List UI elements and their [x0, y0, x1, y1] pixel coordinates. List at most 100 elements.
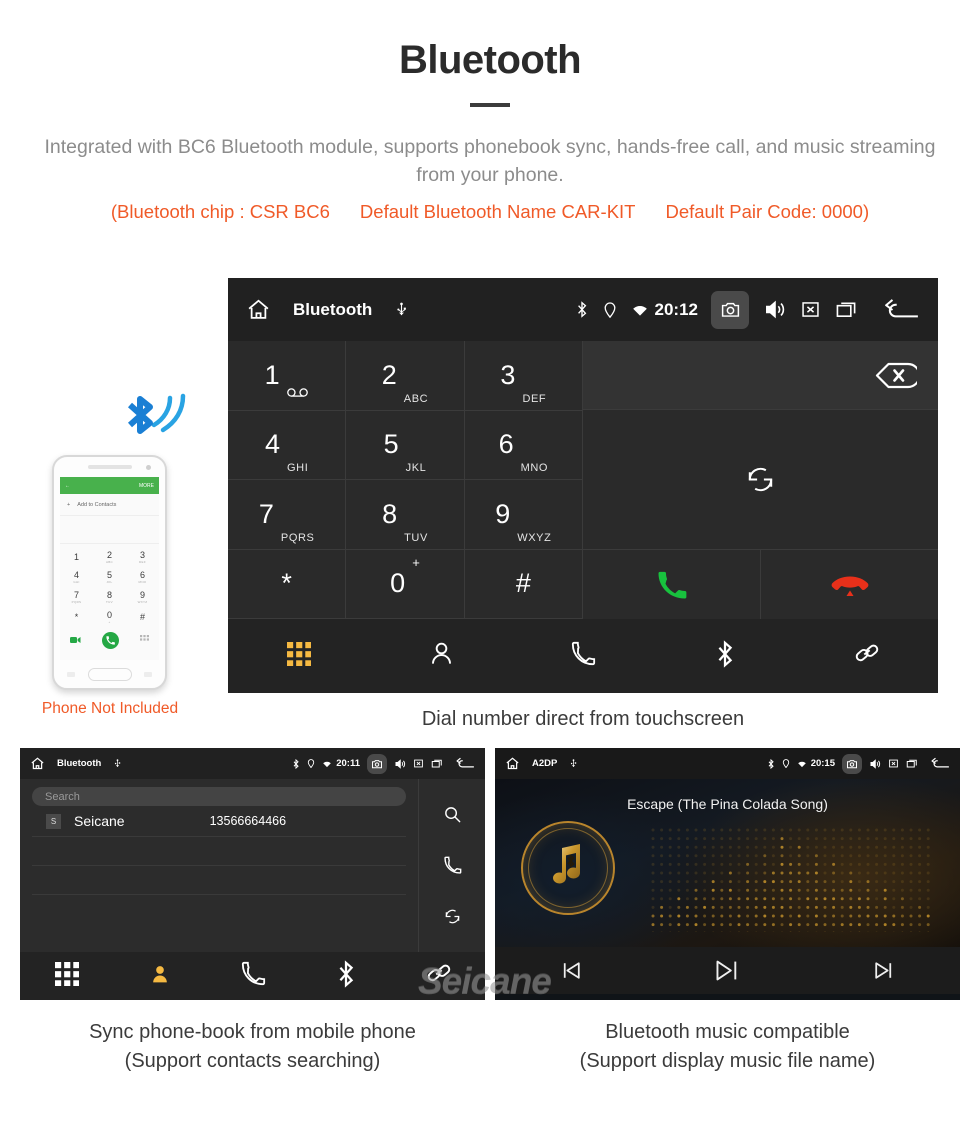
- dial-key-hash[interactable]: #: [465, 550, 583, 620]
- dial-key-letters: GHI: [287, 462, 308, 474]
- recents-icon[interactable]: [431, 758, 443, 769]
- phone-key: 8 TUV: [93, 587, 126, 607]
- wifi-icon: [322, 760, 332, 768]
- search-icon[interactable]: [443, 805, 462, 824]
- dial-key-number: 5: [384, 431, 399, 458]
- back-icon[interactable]: [884, 298, 920, 322]
- backspace-icon[interactable]: [875, 362, 917, 389]
- volume-icon[interactable]: [394, 758, 406, 770]
- skip-previous-icon[interactable]: [559, 958, 584, 983]
- phone-icon: [570, 641, 596, 672]
- volume-icon[interactable]: [869, 758, 881, 770]
- phonebook-caption: Sync phone-book from mobile phone (Suppo…: [20, 1018, 485, 1076]
- bluetooth-wave-icon: [120, 385, 192, 448]
- dial-key-number: *: [281, 570, 292, 597]
- home-icon[interactable]: [30, 756, 45, 771]
- phone-front-camera: [146, 465, 151, 470]
- home-icon[interactable]: [246, 297, 271, 322]
- contact-icon: [428, 640, 455, 672]
- phone-icon[interactable]: [443, 856, 462, 875]
- music-title: A2DP: [532, 758, 557, 769]
- recents-icon[interactable]: [906, 758, 918, 769]
- back-icon[interactable]: [456, 757, 475, 770]
- phone-screen: ← MORE + Add to Contacts 1 2 ABC 3 DEF 4 GHI 5 J…: [60, 477, 159, 660]
- dial-key-1[interactable]: 1: [228, 341, 346, 411]
- volume-icon[interactable]: [763, 298, 786, 321]
- nav-contacts[interactable]: [370, 640, 512, 672]
- phone-key-number: *: [75, 613, 79, 622]
- redial-button[interactable]: [583, 410, 938, 550]
- dial-key-2[interactable]: 2 ABC: [346, 341, 464, 411]
- dial-key-number: 4: [265, 431, 280, 458]
- hangup-icon: [830, 572, 870, 598]
- phonebook-navbar: [20, 952, 485, 1000]
- dial-key-star[interactable]: *: [228, 550, 346, 620]
- sync-icon[interactable]: [443, 907, 462, 926]
- phonebook-caption-line1: Sync phone-book from mobile phone: [20, 1018, 485, 1047]
- nav-bluetooth[interactable]: [654, 640, 796, 673]
- nav-call-log[interactable]: [512, 641, 654, 672]
- phone-keypad: 1 2 ABC 3 DEF 4 GHI 5 JKL 6 MNO 7 PQRS 8 TUV 9 WXYZ * 0 + #: [60, 544, 159, 627]
- nav-link[interactable]: [796, 640, 938, 673]
- phone-body: ← MORE + Add to Contacts 1 2 ABC 3 DEF 4 GHI 5 J…: [52, 455, 167, 690]
- close-box-icon[interactable]: [888, 758, 899, 769]
- phone-key-number: 3: [140, 551, 145, 560]
- dial-key-6[interactable]: 6 MNO: [465, 411, 583, 481]
- dial-key-letters: JKL: [406, 462, 427, 474]
- dial-key-letters: DEF: [522, 393, 546, 405]
- close-box-icon[interactable]: [800, 299, 821, 320]
- dial-key-8[interactable]: 8 TUV: [346, 480, 464, 550]
- dialer-keypad: 1 2 ABC 3 DEF 4 GHI 5 JKL 6 MNO 7 PQRS 8 TUV 9 WXYZ * 0 + #: [228, 341, 583, 619]
- nav-link[interactable]: [392, 960, 485, 993]
- nav-keypad[interactable]: [20, 962, 113, 991]
- hangup-button[interactable]: [761, 550, 938, 619]
- phone-key-letters: MNO: [139, 580, 147, 584]
- usb-icon: [113, 759, 122, 768]
- music-statusbar: A2DP 20:15: [495, 748, 960, 779]
- music-clock: 20:15: [811, 758, 835, 769]
- phone-key: *: [60, 607, 93, 627]
- phone-key-number: 2: [107, 551, 112, 560]
- dial-key-7[interactable]: 7 PQRS: [228, 480, 346, 550]
- call-button[interactable]: [583, 550, 761, 619]
- location-icon: [782, 759, 790, 768]
- home-icon[interactable]: [505, 756, 520, 771]
- contact-row[interactable]: S Seicane 13566664466: [32, 806, 406, 837]
- phone-key: 3 DEF: [126, 547, 159, 567]
- dialed-number-display[interactable]: [583, 341, 938, 410]
- phone-key: 7 PQRS: [60, 587, 93, 607]
- camera-icon[interactable]: [711, 291, 749, 329]
- phone-key: 0 +: [93, 607, 126, 627]
- usb-icon: [394, 302, 409, 317]
- close-box-icon[interactable]: [413, 758, 424, 769]
- spec-line: (Bluetooth chip : CSR BC6 Default Blueto…: [0, 201, 980, 223]
- dial-key-number: 9: [495, 501, 510, 528]
- music-screen: A2DP 20:15 Escape (The Pina Colada Song): [495, 748, 960, 1000]
- nav-bluetooth[interactable]: [299, 960, 392, 993]
- dial-key-5[interactable]: 5 JKL: [346, 411, 464, 481]
- phone-key-number: 1: [74, 553, 79, 562]
- nav-call-log[interactable]: [206, 961, 299, 992]
- camera-icon[interactable]: [367, 754, 387, 774]
- phone-key-number: 5: [107, 571, 112, 580]
- camera-icon[interactable]: [842, 754, 862, 774]
- dialer-title: Bluetooth: [293, 300, 372, 320]
- dial-key-9[interactable]: 9 WXYZ: [465, 480, 583, 550]
- dial-key-0[interactable]: 0 +: [346, 550, 464, 620]
- dial-key-number: 2: [382, 362, 397, 389]
- phone-key-letters: +: [108, 620, 110, 624]
- play-pause-icon[interactable]: [713, 956, 742, 985]
- back-icon[interactable]: [931, 757, 950, 770]
- recents-icon[interactable]: [835, 299, 858, 320]
- page-title: Bluetooth: [0, 0, 980, 83]
- phone-back-button: [144, 672, 152, 677]
- phone-key-letters: GHI: [73, 580, 79, 584]
- skip-next-icon[interactable]: [871, 958, 896, 983]
- nav-keypad[interactable]: [228, 642, 370, 671]
- dial-key-3[interactable]: 3 DEF: [465, 341, 583, 411]
- nav-contacts[interactable]: [113, 964, 206, 989]
- phone-key-number: 7: [74, 591, 79, 600]
- location-icon: [307, 759, 315, 768]
- dial-key-4[interactable]: 4 GHI: [228, 411, 346, 481]
- search-input[interactable]: Search: [32, 787, 406, 806]
